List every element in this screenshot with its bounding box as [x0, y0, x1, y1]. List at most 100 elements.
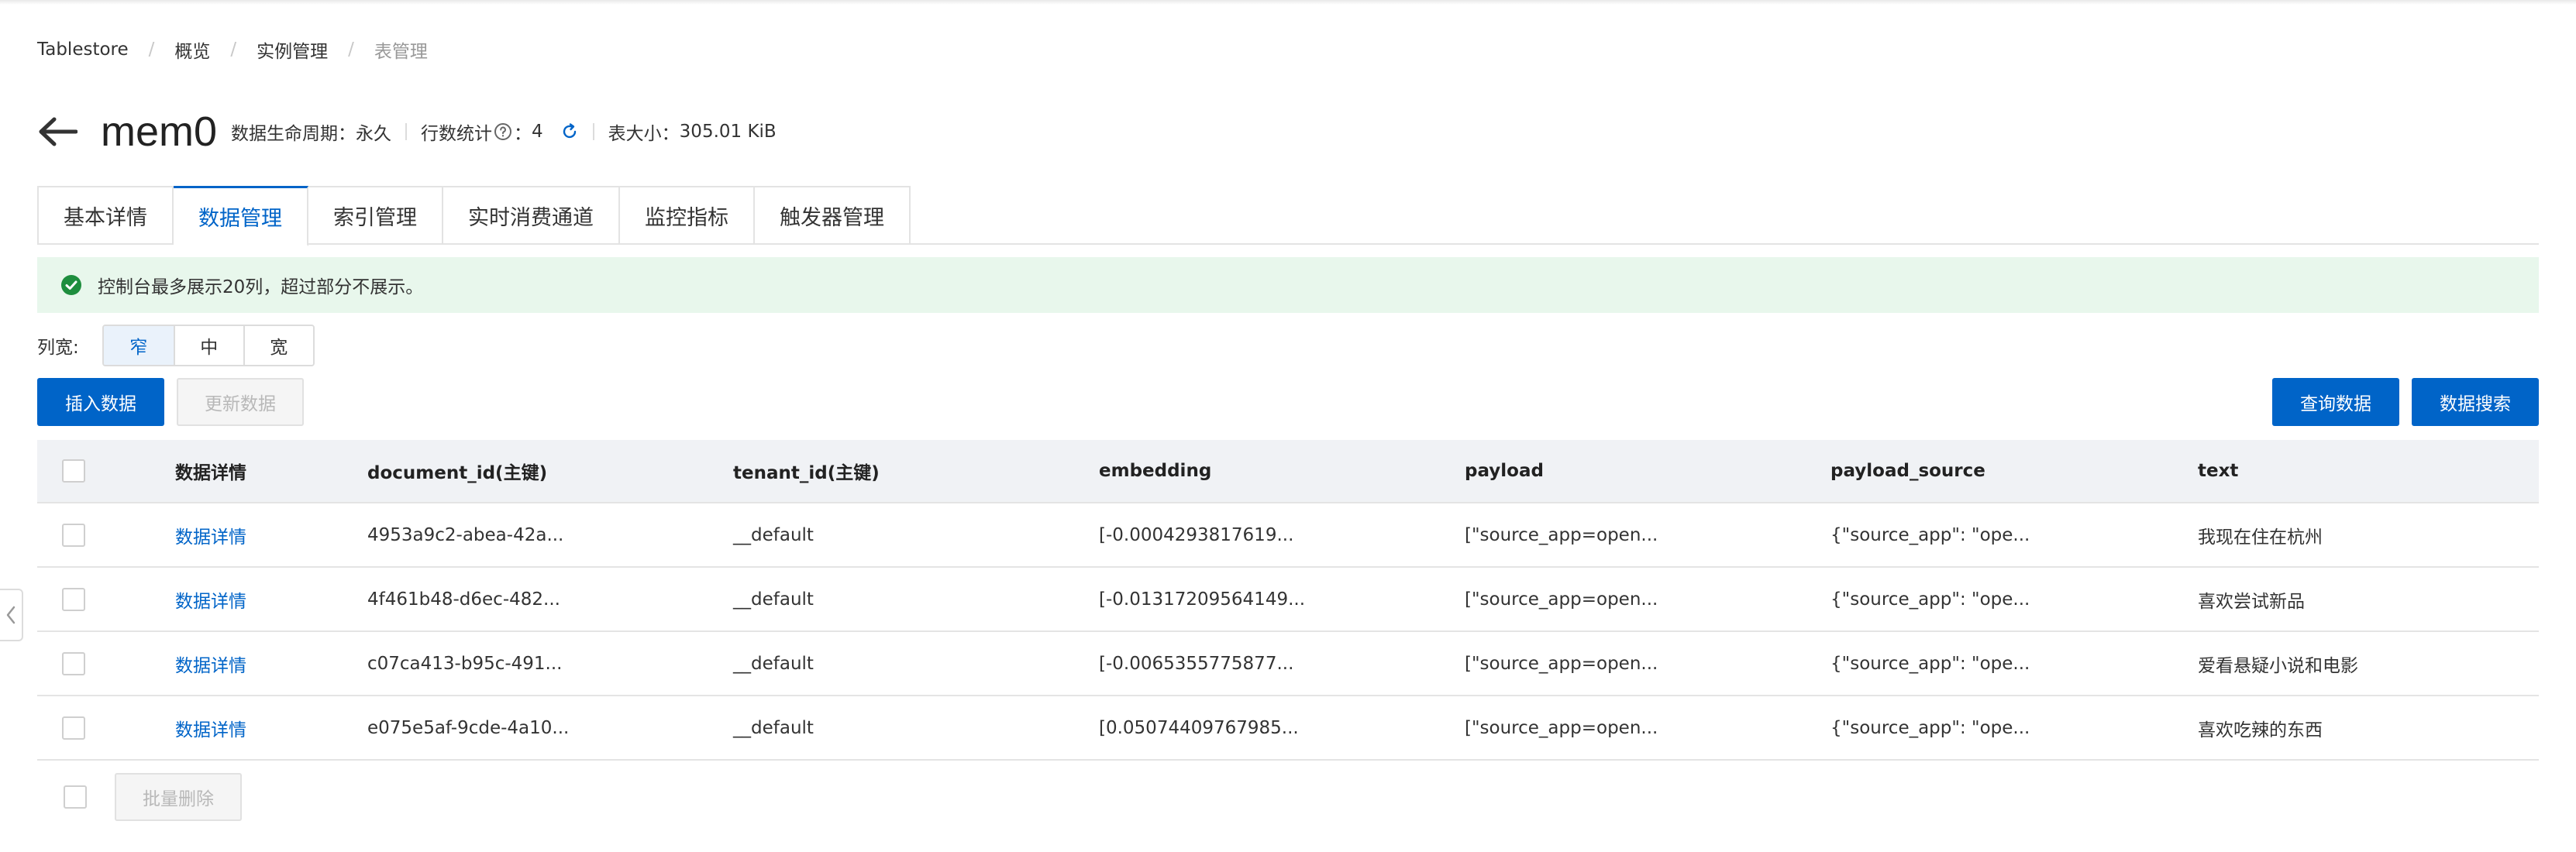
page-header: mem0 数据生命周期： 永久 行数统计 ： 4 表大小： 305.01 KiB — [37, 101, 777, 163]
data-detail-link[interactable]: 数据详情 — [175, 696, 246, 759]
ttl-value: 永久 — [356, 124, 392, 144]
payload-cell: ["source_app=open... — [1465, 589, 1658, 610]
payload-source-cell: {"source_app": "ope... — [1830, 717, 2030, 738]
embedding-cell: [0.05074409767985... — [1099, 717, 1299, 738]
table-meta: 数据生命周期： 永久 行数统计 ： 4 表大小： 305.01 KiB — [231, 119, 777, 145]
tab-trigger-management[interactable]: 触发器管理 — [755, 186, 911, 245]
payload-source-cell: {"source_app": "ope... — [1830, 653, 2030, 674]
tab-index-management[interactable]: 索引管理 — [308, 186, 443, 245]
insert-data-button[interactable]: 插入数据 — [37, 378, 164, 426]
payload-source-cell: {"source_app": "ope... — [1830, 589, 2030, 610]
help-circle-icon[interactable] — [494, 122, 512, 141]
document-id-cell: 4f461b48-d6ec-482... — [367, 589, 560, 610]
select-all-cell — [62, 440, 85, 502]
column-width-segmented: 窄 中 宽 — [102, 325, 315, 366]
tab-monitoring[interactable]: 监控指标 — [620, 186, 755, 245]
text-cell: 爱看悬疑小说和电影 — [2198, 655, 2358, 676]
column-header: tenant_id(主键) — [733, 463, 880, 483]
size-value: 305.01 KiB — [679, 122, 777, 142]
banner-text: 控制台最多展示20列，超过部分不展示。 — [98, 277, 424, 297]
table-header: 数据详情 document_id(主键) tenant_id(主键) embed… — [37, 440, 2539, 503]
page: Tablestore / 概览 / 实例管理 / 表管理 mem0 数据生命周期… — [0, 0, 2576, 852]
payload-cell: ["source_app=open... — [1465, 524, 1658, 545]
select-all-checkbox[interactable] — [62, 459, 85, 483]
text-cell: 喜欢吃辣的东西 — [2198, 720, 2323, 740]
row-checkbox[interactable] — [62, 587, 85, 611]
info-banner: 控制台最多展示20列，超过部分不展示。 — [37, 257, 2539, 313]
page-title: mem0 — [101, 108, 218, 155]
row-select-cell — [62, 696, 85, 759]
batch-select-checkbox[interactable] — [64, 785, 87, 809]
column-width-narrow[interactable]: 窄 — [103, 326, 174, 365]
table-row: 数据详情 4f461b48-d6ec-482... __default [-0.… — [37, 568, 2539, 632]
size-label: 表大小： — [608, 124, 680, 144]
embedding-cell: [-0.0065355775877... — [1099, 653, 1294, 674]
table-row: 数据详情 e075e5af-9cde-4a10... __default [0.… — [37, 696, 2539, 761]
column-header: payload — [1465, 461, 1544, 481]
breadcrumb-separator: / — [148, 40, 155, 60]
row-select-cell — [62, 632, 85, 695]
breadcrumb-separator: / — [230, 40, 237, 60]
tab-bar: 基本详情 数据管理 索引管理 实时消费通道 监控指标 触发器管理 — [37, 186, 2539, 246]
column-width-control: 列宽: 窄 中 宽 — [37, 325, 315, 366]
document-id-cell: c07ca413-b95c-491... — [367, 653, 563, 674]
column-header: 数据详情 — [175, 463, 246, 483]
column-header: document_id(主键) — [367, 463, 548, 483]
breadcrumb: Tablestore / 概览 / 实例管理 / 表管理 — [37, 34, 428, 65]
breadcrumb-tablestore[interactable]: Tablestore — [37, 40, 129, 60]
text-cell: 我现在住在杭州 — [2198, 527, 2323, 548]
row-checkbox[interactable] — [62, 716, 85, 740]
query-data-button[interactable]: 查询数据 — [2272, 378, 2399, 426]
row-select-cell — [62, 568, 85, 630]
tenant-id-cell: __default — [733, 717, 814, 738]
breadcrumb-instance-management[interactable]: 实例管理 — [257, 36, 328, 63]
data-table: 数据详情 document_id(主键) tenant_id(主键) embed… — [37, 440, 2539, 761]
payload-cell: ["source_app=open... — [1465, 653, 1658, 674]
table-row: 数据详情 c07ca413-b95c-491... __default [-0.… — [37, 632, 2539, 696]
back-arrow-icon[interactable] — [37, 116, 77, 147]
column-header: text — [2198, 461, 2239, 481]
tenant-id-cell: __default — [733, 524, 814, 545]
column-header: embedding — [1099, 461, 1212, 481]
column-width-medium[interactable]: 中 — [173, 326, 243, 365]
column-width-label: 列宽: — [37, 338, 79, 358]
data-detail-link[interactable]: 数据详情 — [175, 503, 246, 566]
row-select-cell — [62, 503, 85, 566]
breadcrumb-overview[interactable]: 概览 — [174, 36, 210, 63]
row-checkbox[interactable] — [62, 523, 85, 547]
row-count-colon: ： — [514, 124, 532, 144]
document-id-cell: 4953a9c2-abea-42a... — [367, 524, 564, 545]
tenant-id-cell: __default — [733, 653, 814, 674]
payload-source-cell: {"source_app": "ope... — [1830, 524, 2030, 545]
data-search-button[interactable]: 数据搜索 — [2412, 378, 2539, 426]
tab-realtime-tunnel[interactable]: 实时消费通道 — [443, 186, 620, 245]
success-check-icon — [61, 275, 81, 295]
breadcrumb-separator: / — [348, 40, 354, 60]
payload-cell: ["source_app=open... — [1465, 717, 1658, 738]
data-detail-link[interactable]: 数据详情 — [175, 632, 246, 695]
row-count-value: 4 — [532, 122, 543, 142]
tab-basic-details[interactable]: 基本详情 — [37, 186, 174, 245]
embedding-cell: [-0.0004293817619... — [1099, 524, 1294, 545]
top-shadow — [0, 0, 2576, 5]
tab-data-management[interactable]: 数据管理 — [174, 186, 308, 246]
tenant-id-cell: __default — [733, 589, 814, 610]
embedding-cell: [-0.01317209564149... — [1099, 589, 1306, 610]
row-count-label: 行数统计 — [421, 124, 493, 144]
column-header: payload_source — [1830, 461, 1985, 481]
column-width-wide[interactable]: 宽 — [243, 326, 313, 365]
update-data-button[interactable]: 更新数据 — [177, 378, 304, 426]
batch-delete-button[interactable]: 批量删除 — [115, 773, 242, 821]
row-checkbox[interactable] — [62, 651, 85, 675]
sidebar-expand-handle[interactable] — [0, 589, 23, 641]
table-row: 数据详情 4953a9c2-abea-42a... __default [-0.… — [37, 503, 2539, 568]
breadcrumb-table-management: 表管理 — [374, 42, 428, 62]
chevron-left-icon — [6, 606, 15, 624]
text-cell: 喜欢尝试新品 — [2198, 591, 2305, 612]
divider — [592, 123, 594, 140]
divider — [405, 123, 408, 140]
data-detail-link[interactable]: 数据详情 — [175, 568, 246, 630]
document-id-cell: e075e5af-9cde-4a10... — [367, 717, 570, 738]
refresh-icon[interactable] — [560, 122, 579, 141]
ttl-label: 数据生命周期： — [231, 124, 356, 144]
